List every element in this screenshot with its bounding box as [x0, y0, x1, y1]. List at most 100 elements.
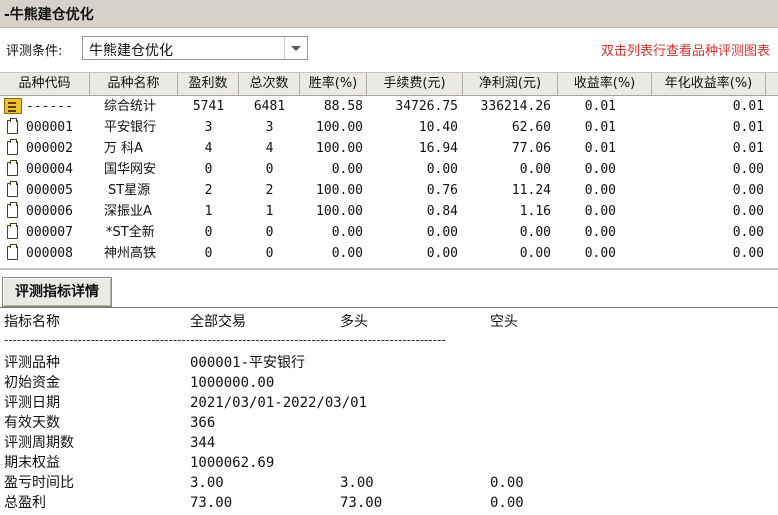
metric-label: 初始资金 [4, 375, 60, 391]
metric-all: 366 [190, 415, 216, 431]
cell-total: 4 [265, 141, 274, 156]
cell-name: 国华网安 [104, 162, 157, 177]
metrics-header-all: 全部交易 [190, 314, 246, 330]
col-header-fee[interactable]: 手续费(元) [367, 73, 463, 95]
table-row[interactable]: 000006 深振业A 1 1 100.00 0.84 1.16 0.00 0.… [0, 201, 778, 222]
col-header-wins[interactable]: 盈利数 [178, 73, 239, 95]
cell-total: 0 [265, 225, 274, 240]
cell-code: 000005 [26, 183, 73, 198]
evaluation-details-button[interactable]: 评测指标详情 [2, 277, 112, 307]
cell-winrate: 100.00 [316, 141, 363, 156]
cell-winrate: 88.58 [323, 99, 363, 114]
cell-name: *ST全新 [106, 225, 155, 240]
metrics-panel: 指标名称 全部交易 多头 空头 ------------------------… [0, 307, 778, 515]
table-header: 品种代码 品种名称 盈利数 总次数 胜率(%) 手续费(元) 净利润(元) 收益… [0, 72, 778, 96]
cell-profit: 0.00 [519, 246, 551, 261]
col-header-return[interactable]: 收益率(%) [558, 73, 652, 95]
document-icon [7, 181, 18, 197]
condition-label: 评测条件: [6, 44, 63, 59]
cell-fee: 0.00 [426, 246, 458, 261]
table-row[interactable]: 000004 国华网安 0 0 0.00 0.00 0.00 0.00 0.00 [0, 159, 778, 180]
dropdown-button[interactable] [284, 37, 307, 59]
metric-all: 73.00 [190, 495, 233, 511]
cell-profit: 0.00 [519, 162, 551, 177]
hint-text: 双击列表行查看品种评测图表 [600, 44, 770, 59]
cell-winrate: 100.00 [316, 183, 363, 198]
cell-profit: 77.06 [511, 141, 551, 156]
cell-wins: 0 [204, 162, 213, 177]
cell-code: 000004 [26, 162, 73, 177]
col-header-name[interactable]: 品种名称 [90, 73, 178, 95]
metric-short: 0.00 [490, 495, 524, 511]
cell-code: 000006 [26, 204, 73, 219]
cell-total: 2 [265, 183, 274, 198]
cell-winrate: 0.00 [331, 246, 363, 261]
cell-return: 0.00 [584, 246, 616, 261]
cell-code: 000002 [26, 141, 73, 156]
metric-all: 000001-平安银行 [190, 355, 306, 371]
cell-profit: 1.16 [519, 204, 551, 219]
col-header-annual[interactable]: 年化收益率(%) [652, 73, 766, 95]
col-header-code[interactable]: 品种代码 [0, 73, 90, 95]
metric-all: 1000000.00 [190, 375, 275, 391]
condition-bar: 评测条件: 牛熊建仓优化 双击列表行查看品种评测图表 [0, 28, 778, 71]
metric-label: 盈亏时间比 [4, 475, 74, 491]
cell-return: 0.00 [584, 225, 616, 240]
cell-profit: 0.00 [519, 225, 551, 240]
cell-wins: 4 [204, 141, 213, 156]
metric-label: 评测周期数 [4, 435, 74, 451]
document-icon [7, 202, 18, 218]
metric-all: 344 [190, 435, 216, 451]
cell-annual: 0.01 [732, 141, 764, 156]
cell-name: 深振业A [104, 204, 152, 219]
table-row[interactable]: 000001 平安银行 3 3 100.00 10.40 62.60 0.01 … [0, 117, 778, 138]
col-header-total[interactable]: 总次数 [239, 73, 300, 95]
cell-total: 6481 [253, 99, 286, 114]
condition-select-value: 牛熊建仓优化 [89, 43, 173, 59]
cell-total: 1 [265, 204, 274, 219]
cell-wins: 2 [204, 183, 213, 198]
cell-total: 0 [265, 246, 274, 261]
table-row[interactable]: 000002 万 科A 4 4 100.00 16.94 77.06 0.01 … [0, 138, 778, 159]
metrics-header-long: 多头 [340, 314, 368, 330]
cell-fee: 34726.75 [395, 99, 458, 114]
section-divider [0, 268, 778, 270]
document-icon [7, 223, 18, 239]
col-header-profit[interactable]: 净利润(元) [463, 73, 558, 95]
condition-select[interactable]: 牛熊建仓优化 [82, 36, 308, 60]
table-row[interactable]: 000008 神州高铁 0 0 0.00 0.00 0.00 0.00 0.00 [0, 243, 778, 264]
cell-code: 000001 [26, 120, 73, 135]
col-header-winrate[interactable]: 胜率(%) [300, 73, 367, 95]
chevron-down-icon [291, 46, 301, 51]
metric-all: 1000062.69 [190, 455, 275, 471]
cell-profit: 11.24 [511, 183, 551, 198]
cell-annual: 0.00 [732, 204, 764, 219]
cell-name: 神州高铁 [104, 246, 157, 261]
cell-profit: 62.60 [511, 120, 551, 135]
cell-return: 0.00 [584, 162, 616, 177]
table-row[interactable]: 000007 *ST全新 0 0 0.00 0.00 0.00 0.00 0.0… [0, 222, 778, 243]
metric-all: 2021/03/01-2022/03/01 [190, 395, 368, 411]
cell-fee: 0.76 [426, 183, 458, 198]
cell-code: ------ [26, 99, 73, 114]
cell-return: 0.00 [584, 204, 616, 219]
cell-fee: 0.84 [426, 204, 458, 219]
cell-winrate: 0.00 [331, 225, 363, 240]
metric-short: 0.00 [490, 475, 524, 491]
metrics-divider: ----------------------------------------… [4, 333, 446, 347]
cell-wins: 3 [204, 120, 213, 135]
cell-annual: 0.00 [732, 162, 764, 177]
cell-winrate: 0.00 [331, 162, 363, 177]
cell-wins: 0 [204, 225, 213, 240]
metric-label: 评测品种 [4, 355, 60, 371]
cell-annual: 0.01 [732, 99, 764, 114]
document-icon [7, 139, 18, 155]
cell-wins: 0 [204, 246, 213, 261]
table-row-summary[interactable]: ------ 综合统计 5741 6481 88.58 34726.75 336… [0, 96, 778, 117]
metric-long: 3.00 [340, 475, 374, 491]
table-row[interactable]: 000005 ST星源 2 2 100.00 0.76 11.24 0.00 0… [0, 180, 778, 201]
cell-return: 0.01 [584, 120, 616, 135]
cell-name: 万 科A [104, 141, 144, 156]
metric-all: 3.00 [190, 475, 224, 491]
metrics-header-short: 空头 [490, 314, 518, 330]
